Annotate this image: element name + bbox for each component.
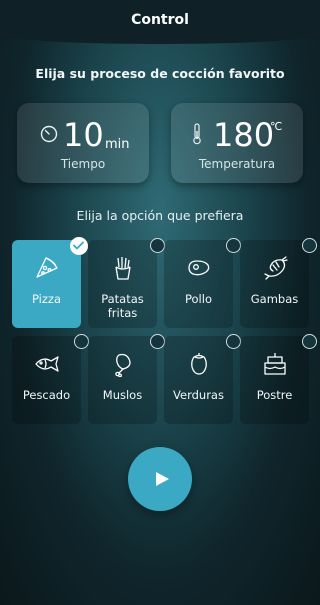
temperature-unit: ℃: [270, 120, 283, 133]
option-label: Muslos: [102, 388, 143, 402]
time-label: Tiempo: [60, 157, 106, 171]
selected-check-icon: [70, 237, 88, 255]
time-card[interactable]: 10 min Tiempo: [17, 103, 149, 183]
temperature-label: Temperatura: [198, 157, 276, 171]
radio-circle-icon: [226, 238, 241, 253]
option-label: Postre: [256, 388, 293, 402]
option-label: Pescado: [22, 388, 71, 402]
temperature-value: 180: [213, 116, 275, 154]
drumstick-icon: [110, 351, 136, 378]
radio-circle-icon: [226, 334, 241, 349]
options-subtitle: Elija la opción que prefiera: [76, 208, 244, 223]
option-muslos[interactable]: Muslos: [88, 334, 165, 424]
shrimp-icon: [262, 255, 288, 281]
fish-icon: [34, 351, 60, 377]
page-title: Control: [131, 12, 189, 28]
eggplant-icon: [186, 351, 212, 377]
time-value: 10: [63, 116, 104, 154]
option-pizza[interactable]: Pizza: [12, 237, 88, 328]
radio-circle-icon: [74, 334, 89, 349]
radio-circle-icon: [302, 238, 317, 253]
play-icon: [156, 472, 169, 486]
option-postre[interactable]: Postre: [240, 334, 317, 424]
option-label: Verduras: [173, 388, 224, 402]
radio-circle-icon: [150, 334, 165, 349]
option-label: Patatas fritas: [101, 292, 144, 320]
option-label: Pollo: [185, 292, 212, 306]
steak-icon: [186, 255, 212, 281]
thermometer-icon: [191, 123, 209, 145]
option-pollo[interactable]: Pollo: [164, 238, 241, 328]
temperature-card[interactable]: 180 ℃ Temperatura: [171, 103, 303, 183]
app-screen: Control Elija su proceso de cocción favo…: [0, 0, 320, 605]
cooking-subtitle: Elija su proceso de cocción favorito: [35, 66, 285, 81]
cake-icon: [262, 351, 288, 377]
option-label: Gambas: [250, 292, 299, 306]
option-patatas-fritas[interactable]: Patatas fritas: [88, 238, 165, 328]
option-label: Pizza: [32, 292, 61, 306]
header-bar: Control: [0, 0, 320, 44]
radio-circle-icon: [302, 334, 317, 349]
time-unit: min: [105, 137, 130, 152]
option-gambas[interactable]: Gambas: [240, 238, 317, 328]
option-pescado[interactable]: Pescado: [12, 334, 89, 424]
fries-icon: [110, 255, 136, 281]
start-button[interactable]: [128, 447, 192, 511]
timer-icon: [40, 125, 58, 143]
pizza-icon: [34, 255, 60, 281]
option-verduras[interactable]: Verduras: [164, 334, 241, 424]
radio-circle-icon: [150, 238, 165, 253]
